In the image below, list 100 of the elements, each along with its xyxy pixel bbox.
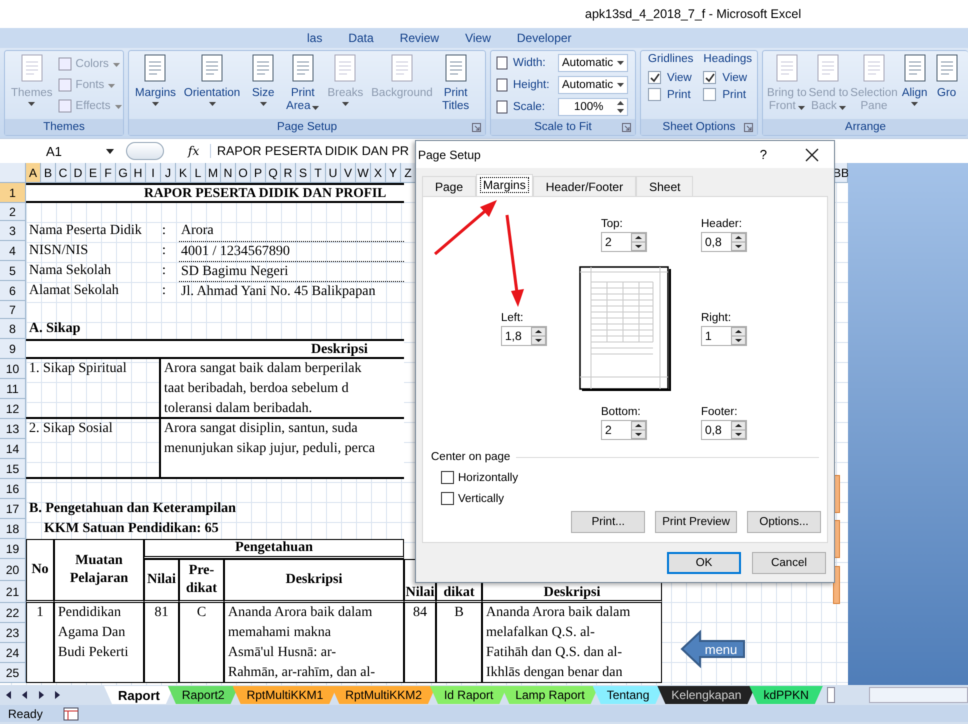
expand-handle[interactable] [126, 142, 164, 160]
dialog-button[interactable]: Cancel [752, 552, 826, 574]
spinner-field[interactable]: 2 [601, 420, 647, 440]
column-header[interactable]: Y [386, 163, 401, 182]
ribbon-button[interactable]: Orientation [180, 53, 244, 117]
row-header[interactable]: 7 [0, 301, 26, 319]
row-header[interactable]: 18 [0, 519, 26, 539]
row-header[interactable]: 19 [0, 539, 26, 559]
spinner-field[interactable]: 1 [701, 326, 747, 346]
column-header[interactable]: U [326, 163, 341, 182]
dialog-button[interactable]: Print Preview [655, 511, 737, 533]
spinner-field[interactable]: 1,8 [501, 326, 547, 346]
row-header[interactable]: 21 [0, 581, 26, 603]
row-header[interactable]: 20 [0, 559, 26, 581]
column-header[interactable]: K [176, 163, 191, 182]
column-header[interactable]: R [281, 163, 296, 182]
column-header[interactable]: A [26, 163, 41, 182]
ribbon-tab[interactable]: View [454, 31, 502, 45]
row-header[interactable]: 11 [0, 379, 26, 399]
ribbon-tab[interactable]: Developer [506, 31, 583, 45]
spinner-field[interactable]: 0,8 [701, 420, 747, 440]
column-header[interactable]: E [86, 163, 101, 182]
dialog-button[interactable]: OK [667, 552, 741, 574]
spinner-field[interactable]: 100% [558, 98, 628, 116]
column-header[interactable]: Q [266, 163, 281, 182]
row-header[interactable]: 25 [0, 663, 26, 683]
checkbox-option[interactable]: View [648, 71, 694, 84]
row-header[interactable]: 8 [0, 319, 26, 339]
dialog-tab[interactable]: Page [422, 176, 476, 196]
dialog-launcher-icon[interactable] [472, 123, 481, 132]
dialog-button[interactable]: Options... [747, 511, 821, 533]
dialog-launcher-icon[interactable] [622, 123, 631, 132]
column-header[interactable]: O [236, 163, 251, 182]
dialog-tab[interactable]: Margins [476, 174, 533, 196]
menu-button[interactable]: menu [680, 630, 746, 668]
checkbox-option[interactable]: Print [703, 88, 752, 101]
checkbox-option[interactable]: Vertically [441, 492, 504, 505]
spinner-field[interactable]: 0,8 [701, 232, 747, 252]
row-header[interactable]: 6 [0, 281, 26, 301]
ribbon-button[interactable]: Gro [930, 53, 963, 117]
dialog-tab[interactable]: Header/Footer [532, 176, 636, 196]
column-header[interactable]: M [206, 163, 221, 182]
row-header[interactable]: 16 [0, 479, 26, 499]
row-header[interactable]: 9 [0, 339, 26, 359]
column-header[interactable]: H [131, 163, 146, 182]
column-header[interactable]: D [71, 163, 86, 182]
ribbon-button[interactable]: Margins [132, 53, 179, 117]
ribbon-button[interactable]: Print Area [283, 53, 322, 117]
row-header[interactable]: 12 [0, 399, 26, 419]
checkbox-option[interactable]: View [703, 71, 752, 84]
dialog-button[interactable]: Print... [571, 511, 646, 533]
row-header[interactable]: 3 [0, 221, 26, 241]
dialog-launcher-icon[interactable] [744, 123, 753, 132]
checkbox-option[interactable]: Print [648, 88, 694, 101]
column-header[interactable]: N [221, 163, 236, 182]
dialog-tab[interactable]: Sheet [636, 176, 694, 196]
column-header[interactable]: B [41, 163, 56, 182]
row-header[interactable]: 4 [0, 241, 26, 261]
dropdown-field[interactable]: Automatic [558, 76, 628, 94]
checkbox-option[interactable]: Horizontally [441, 471, 518, 484]
column-header[interactable]: V [341, 163, 356, 182]
column-header[interactable]: F [101, 163, 116, 182]
scroll-handle[interactable] [826, 687, 835, 703]
row-header[interactable]: 2 [0, 203, 26, 221]
column-header[interactable]: L [191, 163, 206, 182]
help-button[interactable]: ? [760, 147, 767, 162]
ribbon-tab[interactable]: Review [388, 31, 450, 45]
insert-function-button[interactable]: fx [188, 144, 210, 158]
column-header[interactable]: C [56, 163, 71, 182]
ribbon-button[interactable]: Align [898, 53, 931, 117]
column-header[interactable]: S [296, 163, 311, 182]
spinner-field[interactable]: 2 [601, 232, 647, 252]
row-header[interactable]: 22 [0, 603, 26, 623]
row-header[interactable]: 13 [0, 419, 26, 439]
ribbon-button[interactable]: Size [245, 53, 282, 117]
formula-input[interactable]: RAPOR PESERTA DIDIK DAN PR [210, 144, 407, 158]
column-header[interactable]: X [371, 163, 386, 182]
column-header[interactable]: I [146, 163, 161, 182]
row-header[interactable]: 24 [0, 643, 26, 663]
row-header[interactable]: 1 [0, 183, 26, 203]
ribbon-tab[interactable]: Data [337, 31, 385, 45]
worksheet-tab[interactable]: kdPPKN [749, 686, 823, 704]
horizontal-scrollbar[interactable] [868, 687, 968, 703]
row-header[interactable]: 17 [0, 499, 26, 519]
column-header[interactable]: T [311, 163, 326, 182]
close-icon[interactable] [805, 148, 819, 162]
row-header[interactable]: 10 [0, 359, 26, 379]
ribbon-tab[interactable]: las [296, 31, 334, 45]
macro-record-icon[interactable] [62, 706, 79, 720]
name-box[interactable]: A1 [0, 141, 118, 161]
dropdown-field[interactable]: Automatic [558, 54, 628, 72]
row-header[interactable]: 14 [0, 439, 26, 459]
column-header[interactable]: W [356, 163, 371, 182]
column-header[interactable]: P [251, 163, 266, 182]
column-header[interactable]: G [116, 163, 131, 182]
row-header[interactable]: 15 [0, 459, 26, 479]
row-header[interactable]: 23 [0, 623, 26, 643]
ribbon-button[interactable]: Print Titles [438, 53, 474, 117]
row-header[interactable]: 5 [0, 261, 26, 281]
column-header[interactable]: J [161, 163, 176, 182]
